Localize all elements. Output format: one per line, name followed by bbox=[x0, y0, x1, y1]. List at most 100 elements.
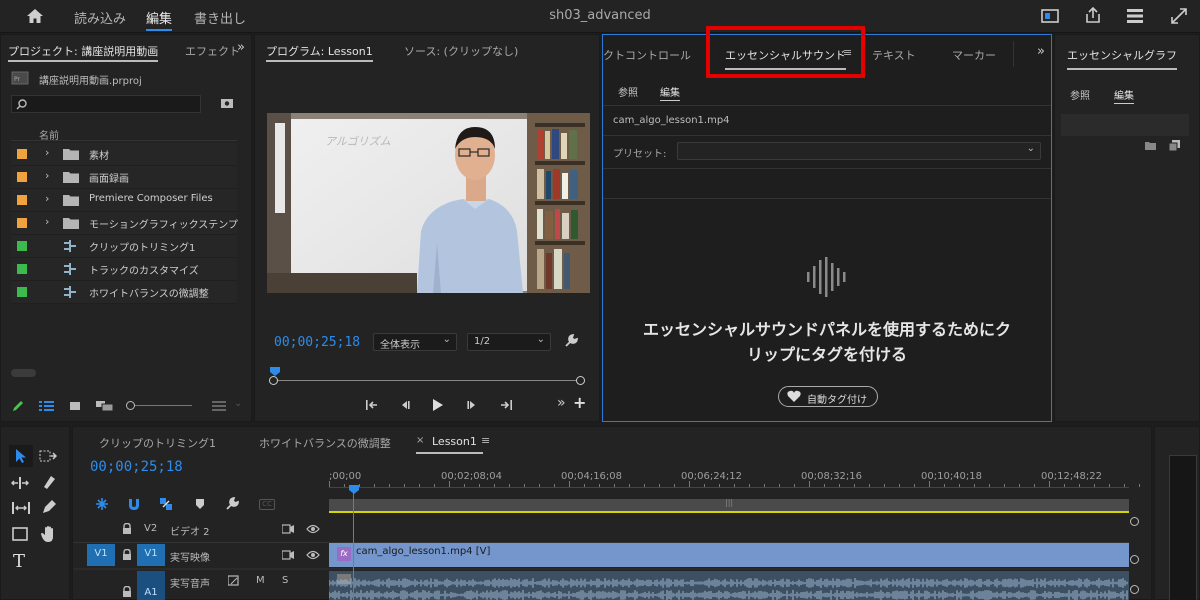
linked-selection-icon[interactable] bbox=[159, 497, 173, 511]
layer-list[interactable] bbox=[1061, 114, 1189, 136]
fit-select[interactable]: 全体表示 ⌄ bbox=[373, 333, 457, 351]
chevron-right-icon[interactable]: › bbox=[45, 192, 49, 205]
track-select-tool-icon[interactable] bbox=[39, 449, 57, 463]
lock-icon[interactable] bbox=[122, 523, 132, 535]
step-forward-icon[interactable] bbox=[466, 399, 478, 411]
sort-dropdown-chevron-icon[interactable]: ⌄ bbox=[234, 398, 242, 409]
list-view-icon[interactable] bbox=[39, 400, 54, 412]
go-to-in-icon[interactable] bbox=[365, 399, 379, 411]
project-item[interactable]: › モーショングラフィックステンプレ bbox=[11, 212, 239, 235]
write-protect-pencil-icon[interactable] bbox=[11, 399, 25, 413]
new-layer-group-icon[interactable] bbox=[1145, 141, 1157, 151]
project-item[interactable]: › 素材 bbox=[11, 143, 237, 166]
eye-icon[interactable] bbox=[306, 524, 320, 534]
timeline-tab-lesson1[interactable]: Lesson1 bbox=[416, 435, 483, 454]
tab-import[interactable]: 読み込み bbox=[74, 8, 126, 27]
time-ruler[interactable]: ;00;00 00;02;08;04 00;04;16;08 00;06;24;12 0… bbox=[329, 471, 1155, 487]
icon-view-icon[interactable] bbox=[69, 400, 81, 412]
eye-icon[interactable] bbox=[306, 550, 320, 560]
label-color-swatch[interactable] bbox=[17, 149, 27, 159]
chevron-right-icon[interactable]: › bbox=[45, 215, 49, 228]
auto-tag-button[interactable]: 自動タグ付け bbox=[778, 386, 878, 407]
new-layer-icon[interactable] bbox=[1169, 140, 1180, 151]
track-id[interactable]: V2 bbox=[144, 523, 157, 534]
step-back-icon[interactable] bbox=[399, 399, 411, 411]
subtab-edit[interactable]: 編集 bbox=[660, 84, 680, 101]
audio-clip[interactable] bbox=[329, 571, 1129, 600]
label-color-swatch[interactable] bbox=[17, 287, 27, 297]
voice-over-record-icon[interactable] bbox=[228, 575, 242, 587]
v-scroll-handle[interactable] bbox=[1130, 517, 1139, 526]
fullscreen-icon[interactable] bbox=[1170, 7, 1188, 25]
project-item[interactable]: トラックのカスタマイズ bbox=[11, 258, 237, 281]
snap-icon[interactable] bbox=[127, 497, 141, 511]
lock-icon[interactable] bbox=[122, 549, 132, 561]
video-clip[interactable]: fx cam_algo_lesson1.mp4 [V] bbox=[329, 543, 1129, 567]
project-item[interactable]: ホワイトバランスの微調整 bbox=[11, 281, 237, 304]
quick-export-icon[interactable] bbox=[1041, 8, 1059, 24]
solo-track-button[interactable]: S bbox=[282, 575, 288, 586]
razor-tool-icon[interactable] bbox=[41, 474, 57, 490]
label-color-swatch[interactable] bbox=[17, 218, 27, 228]
scrub-start-handle[interactable] bbox=[269, 376, 278, 385]
sync-lock-icon[interactable] bbox=[282, 550, 294, 560]
play-icon[interactable] bbox=[432, 398, 444, 412]
tab-effect-controls[interactable]: クトコントロール bbox=[603, 47, 691, 63]
a-scroll-handle[interactable] bbox=[1130, 585, 1139, 594]
settings-wrench-icon[interactable] bbox=[564, 334, 578, 348]
source-patch-v1[interactable]: V1 bbox=[87, 544, 115, 566]
ripple-edit-tool-icon[interactable] bbox=[11, 477, 29, 489]
home-icon[interactable] bbox=[26, 8, 44, 24]
track-target-a1[interactable]: A1 bbox=[137, 571, 165, 600]
sync-lock-icon[interactable] bbox=[282, 524, 294, 534]
program-timecode[interactable]: 00;00;25;18 bbox=[274, 335, 360, 350]
eg-subtab-edit[interactable]: 編集 bbox=[1114, 87, 1134, 104]
hand-tool-icon[interactable] bbox=[41, 525, 57, 543]
mute-track-button[interactable]: M bbox=[256, 575, 265, 586]
more-controls-icon[interactable]: » bbox=[557, 395, 566, 411]
selection-tool-icon[interactable] bbox=[9, 445, 33, 467]
label-color-swatch[interactable] bbox=[17, 172, 27, 182]
project-column-header[interactable]: 名前 bbox=[11, 125, 237, 142]
project-item[interactable]: › 画面録画 bbox=[11, 166, 237, 189]
insert-nest-icon[interactable] bbox=[95, 497, 109, 511]
timeline-playhead-handle[interactable] bbox=[349, 485, 359, 495]
rectangle-tool-icon[interactable] bbox=[12, 527, 28, 541]
button-editor-add-icon[interactable]: + bbox=[573, 393, 586, 412]
timeline-timecode[interactable]: 00;00;25;18 bbox=[90, 459, 183, 475]
work-area-bar[interactable]: ||| bbox=[329, 498, 1129, 511]
project-search-input[interactable] bbox=[11, 95, 201, 113]
playback-resolution-select[interactable]: 1/2 ⌄ bbox=[467, 333, 551, 351]
go-to-out-icon[interactable] bbox=[499, 399, 513, 411]
preset-select[interactable]: ⌄ bbox=[677, 142, 1041, 160]
label-color-swatch[interactable] bbox=[17, 195, 27, 205]
label-color-swatch[interactable] bbox=[17, 264, 27, 274]
slip-tool-icon[interactable] bbox=[11, 501, 31, 515]
timeline-playhead-line[interactable] bbox=[353, 493, 354, 600]
subtab-browse[interactable]: 参照 bbox=[618, 84, 638, 99]
close-tab-icon[interactable]: × bbox=[416, 435, 424, 446]
track-target-v1[interactable]: V1 bbox=[137, 544, 165, 566]
type-tool-icon[interactable]: T bbox=[13, 551, 25, 572]
essential-graphics-title[interactable]: エッセンシャルグラフ bbox=[1067, 47, 1177, 70]
program-monitor-title[interactable]: プログラム: Lesson1 bbox=[266, 43, 373, 62]
zoom-slider-handle[interactable] bbox=[126, 401, 135, 410]
captions-icon[interactable]: CC bbox=[259, 499, 275, 510]
tab-markers[interactable]: マーカー bbox=[952, 47, 996, 63]
effects-tab[interactable]: エフェクト bbox=[185, 43, 240, 59]
timeline-settings-wrench-icon[interactable] bbox=[225, 497, 239, 511]
source-monitor-tab[interactable]: ソース: (クリップなし) bbox=[404, 43, 518, 59]
panel-overflow-icon[interactable]: » bbox=[1037, 44, 1045, 59]
panel-overflow-icon[interactable]: » bbox=[237, 40, 245, 55]
tab-text[interactable]: テキスト bbox=[872, 47, 916, 63]
project-item[interactable]: › Premiere Composer Files bbox=[11, 189, 237, 212]
add-marker-icon[interactable] bbox=[195, 498, 205, 510]
workspaces-icon[interactable] bbox=[1126, 8, 1144, 24]
project-item[interactable]: クリップのトリミング1 bbox=[11, 235, 237, 258]
new-bin-from-search-icon[interactable] bbox=[220, 97, 234, 109]
project-panel-title[interactable]: プロジェクト: 講座説明用動画 bbox=[8, 43, 159, 62]
eg-subtab-browse[interactable]: 参照 bbox=[1070, 87, 1090, 102]
pen-tool-icon[interactable] bbox=[41, 499, 57, 515]
project-scrollbar[interactable] bbox=[11, 369, 36, 377]
chevron-right-icon[interactable]: › bbox=[45, 146, 49, 159]
